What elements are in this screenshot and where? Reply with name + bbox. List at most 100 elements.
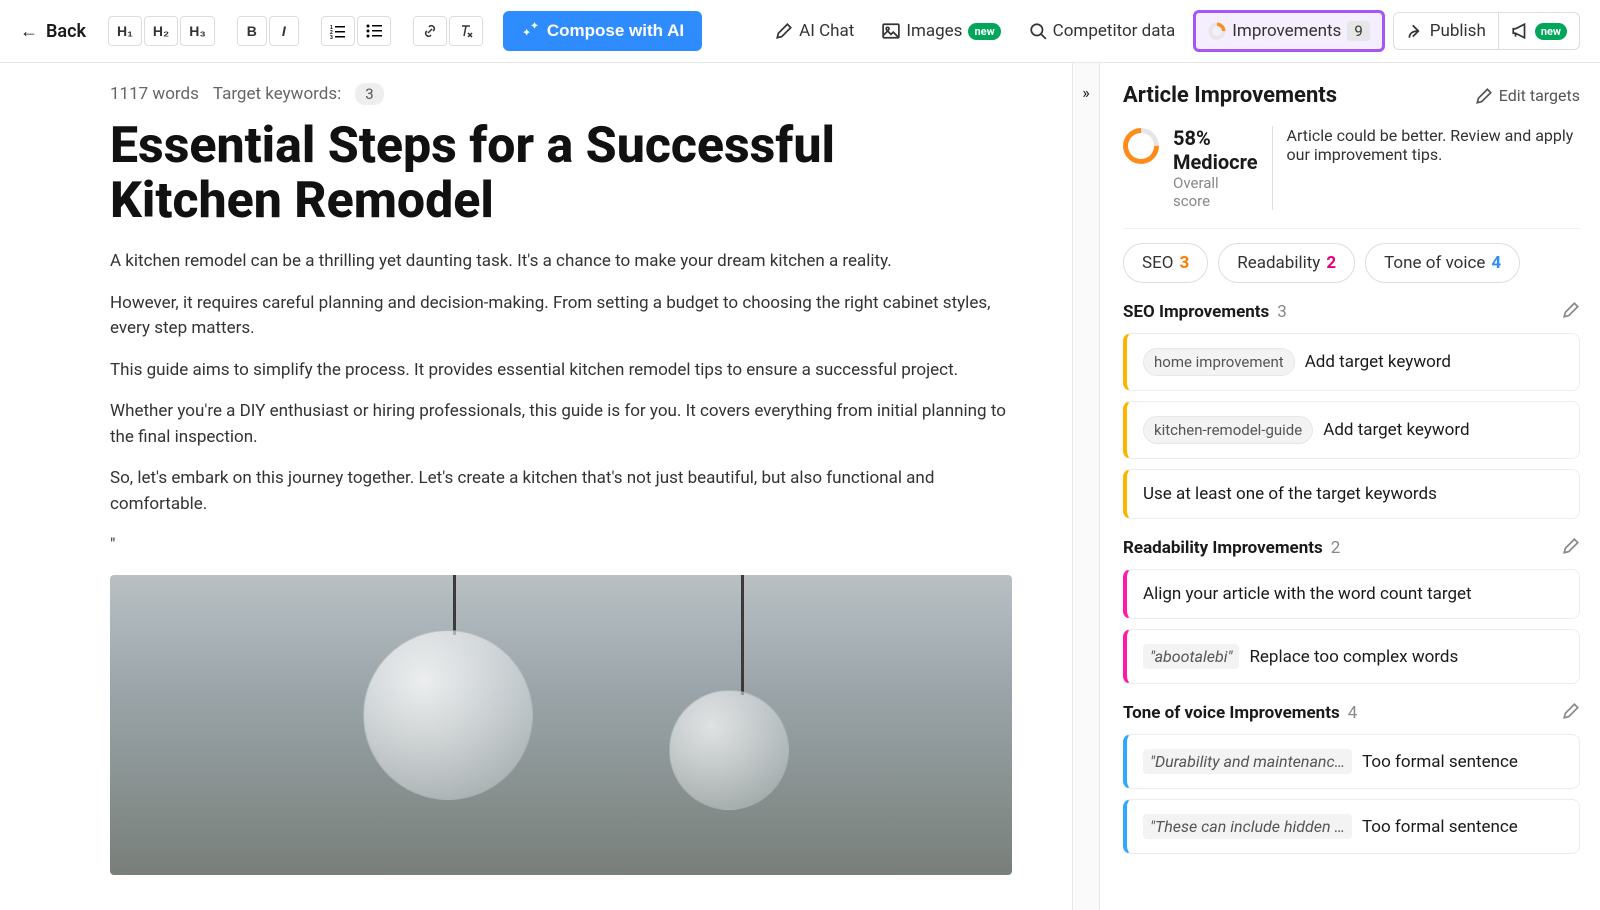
- tip-card-seo[interactable]: home improvement Add target keyword: [1123, 333, 1580, 391]
- bullet-list-button[interactable]: [357, 16, 391, 46]
- article-paragraph[interactable]: Whether you're a DIY enthusiast or hirin…: [110, 399, 1012, 450]
- competitor-data-button[interactable]: Competitor data: [1019, 15, 1186, 47]
- article-image[interactable]: [110, 575, 1012, 875]
- panel-title: Article Improvements: [1123, 83, 1337, 108]
- tip-text: Use at least one of the target keywords: [1143, 484, 1437, 504]
- arrow-left-icon: ←: [20, 21, 38, 42]
- compose-ai-button[interactable]: Compose with AI: [503, 11, 702, 51]
- ordered-list-button[interactable]: 123: [321, 16, 355, 46]
- publish-group: Publish new: [1393, 12, 1580, 50]
- format-group: B I: [237, 16, 299, 46]
- tip-card-readability[interactable]: "abootalebi" Replace too complex words: [1123, 629, 1580, 684]
- bold-button[interactable]: B: [237, 16, 267, 46]
- editor-column: 1117 words Target keywords: 3 Essential …: [0, 63, 1072, 910]
- clear-format-icon: [458, 23, 474, 39]
- tip-card-seo[interactable]: kitchen-remodel-guide Add target keyword: [1123, 401, 1580, 459]
- h2-button[interactable]: H₂: [144, 16, 178, 46]
- tip-text: Align your article with the word count t…: [1143, 584, 1472, 604]
- italic-button[interactable]: I: [269, 16, 299, 46]
- images-new-badge: new: [968, 23, 1000, 40]
- seo-section-title: SEO Improvements 3: [1123, 302, 1287, 322]
- tip-card-seo[interactable]: Use at least one of the target keywords: [1123, 469, 1580, 519]
- article-title[interactable]: Essential Steps for a Successful Kitchen…: [110, 119, 1012, 229]
- tip-text: Replace too complex words: [1249, 647, 1458, 667]
- ai-chat-label: AI Chat: [799, 21, 854, 41]
- share-arrow-icon: [1406, 22, 1424, 40]
- article-paragraph[interactable]: So, let's embark on this journey togethe…: [110, 466, 1012, 517]
- keyword-chip: home improvement: [1143, 348, 1295, 376]
- images-label: Images: [906, 21, 962, 41]
- improvements-button[interactable]: Improvements 9: [1193, 10, 1384, 52]
- improvements-label: Improvements: [1232, 21, 1341, 41]
- back-label: Back: [46, 21, 86, 42]
- sparkle-icon: [521, 22, 539, 40]
- ordered-list-icon: 123: [330, 23, 346, 39]
- tabs-row: SEO 3 Readability 2 Tone of voice 4: [1123, 243, 1580, 283]
- quote-chip: "These can include hidden …: [1143, 814, 1352, 839]
- quote-chip: "abootalebi": [1143, 644, 1239, 669]
- tone-edit-button[interactable]: [1562, 702, 1580, 724]
- target-keywords-label: Target keywords:: [213, 84, 341, 104]
- ai-chat-button[interactable]: AI Chat: [765, 15, 864, 47]
- pencil-icon: [1562, 301, 1580, 319]
- competitor-label: Competitor data: [1053, 21, 1176, 41]
- image-icon: [882, 22, 900, 40]
- h3-button[interactable]: H₃: [180, 16, 215, 46]
- score-sub: Overall score: [1173, 174, 1258, 210]
- pencil-icon: [1562, 537, 1580, 555]
- score-value: 58% Mediocre: [1173, 126, 1258, 174]
- svg-text:3: 3: [330, 35, 333, 39]
- article-paragraph[interactable]: ": [110, 533, 1012, 559]
- readability-edit-button[interactable]: [1562, 537, 1580, 559]
- meta-row: 1117 words Target keywords: 3: [110, 83, 1012, 105]
- score-row: 58% Mediocre Overall score Article could…: [1123, 126, 1580, 229]
- search-icon: [1029, 22, 1047, 40]
- readability-section-title: Readability Improvements 2: [1123, 538, 1340, 558]
- score-ring-icon: [1116, 121, 1167, 172]
- article-paragraph[interactable]: A kitchen remodel can be a thrilling yet…: [110, 249, 1012, 275]
- link-button[interactable]: [413, 16, 447, 46]
- word-count: 1117 words: [110, 84, 199, 104]
- article-paragraph[interactable]: However, it requires careful planning an…: [110, 291, 1012, 342]
- chevron-right-icon: »: [1082, 83, 1090, 102]
- tab-tone[interactable]: Tone of voice 4: [1365, 243, 1520, 283]
- tone-section-title: Tone of voice Improvements 4: [1123, 703, 1357, 723]
- tip-text: Too formal sentence: [1362, 817, 1518, 837]
- seo-edit-button[interactable]: [1562, 301, 1580, 323]
- score-description: Article could be better. Review and appl…: [1272, 126, 1581, 210]
- bullet-list-icon: [366, 23, 382, 39]
- publish-label: Publish: [1430, 21, 1486, 41]
- announce-new-badge: new: [1535, 23, 1567, 40]
- link-icon: [422, 23, 438, 39]
- improvements-panel: Article Improvements Edit targets 58% Me…: [1100, 63, 1600, 910]
- publish-button[interactable]: Publish: [1393, 12, 1499, 50]
- h1-button[interactable]: H₁: [108, 16, 142, 46]
- topbar: ← Back H₁ H₂ H₃ B I 123 Compose with AI …: [0, 0, 1600, 63]
- edit-targets-label: Edit targets: [1499, 86, 1580, 105]
- back-button[interactable]: ← Back: [20, 21, 86, 42]
- list-group: 123: [321, 16, 391, 46]
- edit-targets-button[interactable]: Edit targets: [1475, 86, 1580, 105]
- megaphone-icon: [1511, 22, 1529, 40]
- tip-card-tone[interactable]: "Durability and maintenanc… Too formal s…: [1123, 734, 1580, 789]
- article-paragraph[interactable]: This guide aims to simplify the process.…: [110, 358, 1012, 384]
- tip-text: Add target keyword: [1305, 352, 1451, 372]
- images-button[interactable]: Images new: [872, 15, 1010, 47]
- tip-text: Add target keyword: [1323, 420, 1469, 440]
- progress-ring-icon: [1208, 22, 1226, 40]
- quote-chip: "Durability and maintenanc…: [1143, 749, 1352, 774]
- tip-card-readability[interactable]: Align your article with the word count t…: [1123, 569, 1580, 619]
- tab-seo[interactable]: SEO 3: [1123, 243, 1208, 283]
- tip-card-tone[interactable]: "These can include hidden … Too formal s…: [1123, 799, 1580, 854]
- collapse-panel-button[interactable]: »: [1072, 63, 1100, 910]
- target-keywords-count[interactable]: 3: [355, 83, 383, 105]
- improvements-count: 9: [1347, 21, 1369, 41]
- tab-readability[interactable]: Readability 2: [1218, 243, 1355, 283]
- tip-text: Too formal sentence: [1362, 752, 1518, 772]
- clear-format-button[interactable]: [449, 16, 483, 46]
- pencil-icon: [1562, 702, 1580, 720]
- compose-label: Compose with AI: [547, 21, 684, 41]
- announce-button[interactable]: new: [1499, 12, 1580, 50]
- pencil-icon: [1475, 87, 1493, 105]
- keyword-chip: kitchen-remodel-guide: [1143, 416, 1313, 444]
